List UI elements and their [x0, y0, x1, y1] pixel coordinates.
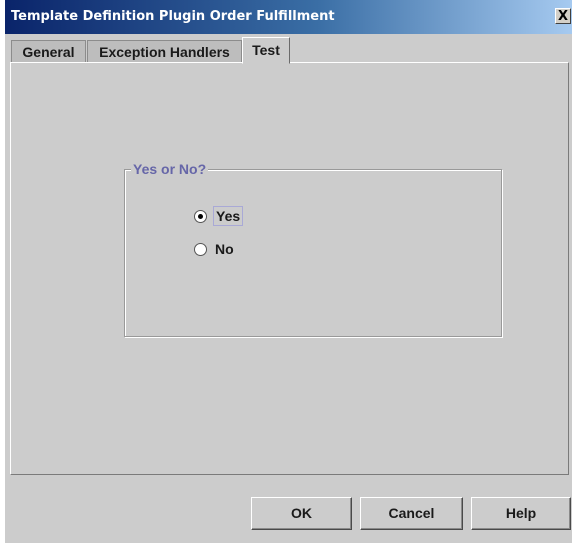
ok-button[interactable]: OK: [251, 497, 352, 530]
radio-selected-icon[interactable]: [194, 210, 207, 223]
dialog-window: Template Definition Plugin Order Fulfill…: [5, 0, 572, 543]
radio-unselected-icon[interactable]: [194, 243, 207, 256]
tab-exception-handlers[interactable]: Exception Handlers: [87, 40, 242, 64]
yes-no-group: Yes or No? Yes No: [124, 160, 502, 337]
close-button[interactable]: X: [555, 8, 571, 24]
tab-test[interactable]: Test: [242, 37, 290, 64]
radio-label-no[interactable]: No: [213, 240, 236, 258]
tab-general[interactable]: General: [11, 40, 86, 64]
radio-label-yes[interactable]: Yes: [213, 206, 244, 226]
radio-dot-icon: [198, 214, 203, 219]
help-button[interactable]: Help: [471, 497, 571, 530]
group-legend: Yes or No?: [131, 160, 209, 178]
window-title: Template Definition Plugin Order Fulfill…: [11, 9, 335, 24]
title-bar[interactable]: Template Definition Plugin Order Fulfill…: [5, 0, 572, 34]
cancel-button[interactable]: Cancel: [360, 497, 463, 530]
button-bar: OK Cancel Help: [5, 478, 572, 543]
test-tab-panel: Yes or No? Yes No: [10, 62, 569, 475]
